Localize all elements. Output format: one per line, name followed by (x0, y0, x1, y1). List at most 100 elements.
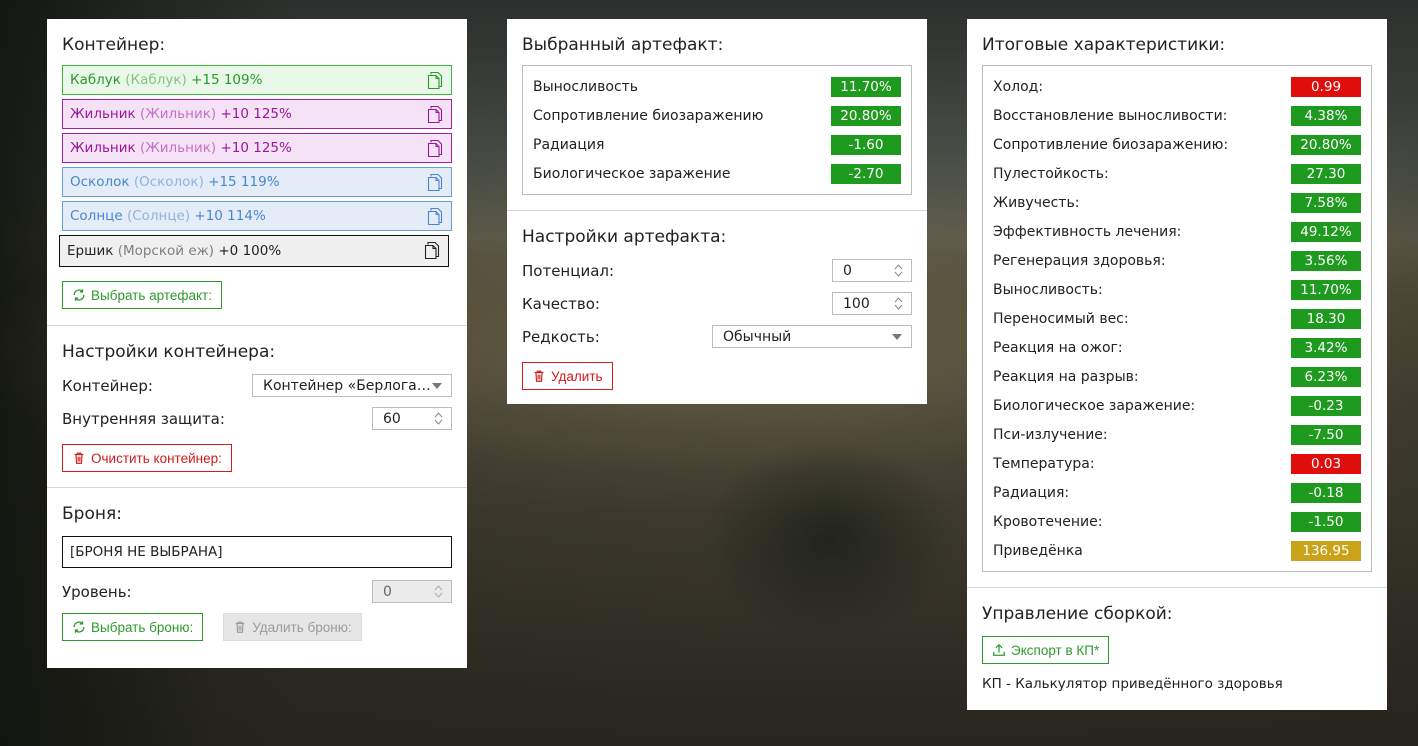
level-value: 0 (383, 583, 392, 600)
copy-icon[interactable] (427, 139, 443, 158)
trash-icon (534, 370, 544, 382)
stat-value-badge: 7.58% (1291, 192, 1361, 213)
stat-label: Кровотечение: (993, 513, 1103, 530)
spinner-arrows-icon[interactable] (434, 411, 443, 426)
item-name: Ершик (67, 243, 114, 259)
container-item[interactable]: Ершик (Морской еж) +0 100% (59, 235, 449, 267)
quality-label: Качество: (522, 294, 600, 313)
potential-stepper[interactable]: 0 (832, 259, 912, 282)
stat-value-badge: -1.50 (1291, 511, 1361, 532)
item-name: Жильник (70, 140, 136, 156)
stat-row: Живучесть: 7.58% (993, 188, 1361, 217)
stat-label: Пси-излучение: (993, 426, 1108, 443)
stat-row: Приведёнка 136.95 (993, 536, 1361, 565)
copy-icon[interactable] (427, 173, 443, 192)
background-bush (700, 440, 960, 640)
spinner-arrows-icon[interactable] (894, 296, 903, 311)
stat-row: Сопротивление биозаражению 20.80% (533, 101, 901, 130)
delete-artifact-button[interactable]: Удалить (522, 362, 613, 390)
armor-section: Броня: [БРОНЯ НЕ ВЫБРАНА] Уровень: 0 Выб… (47, 488, 467, 656)
rarity-select-value: Обычный (723, 328, 792, 345)
export-button[interactable]: Экспорт в КП* (982, 636, 1110, 664)
stat-row: Восстановление выносливости: 4.38% (993, 101, 1361, 130)
trash-icon (74, 452, 84, 464)
quality-stepper[interactable]: 100 (832, 292, 912, 315)
level-label: Уровень: (62, 582, 132, 601)
select-armor-label: Выбрать броню: (91, 619, 194, 635)
stat-value-badge: 27.30 (1291, 163, 1361, 184)
stat-label: Эффективность лечения: (993, 223, 1182, 240)
stat-row: Радиация: -0.18 (993, 478, 1361, 507)
stat-row: Выносливость 11.70% (533, 72, 901, 101)
stat-label: Выносливость: (993, 281, 1103, 298)
container-item[interactable]: Осколок (Осколок) +15 119% (62, 167, 452, 197)
stat-row: Регенерация здоровья: 3.56% (993, 246, 1361, 275)
export-label: Экспорт в КП* (1011, 642, 1100, 658)
stat-value-badge: 18.30 (1291, 308, 1361, 329)
item-stats: +15 119% (208, 174, 280, 190)
delete-armor-label: Удалить броню: (252, 619, 352, 635)
potential-label: Потенциал: (522, 261, 615, 280)
stat-label: Радиация: (993, 484, 1070, 501)
stat-row: Пулестойкость: 27.30 (993, 159, 1361, 188)
stat-row: Радиация -1.60 (533, 130, 901, 159)
container-item[interactable]: Солнце (Солнце) +10 114% (62, 201, 452, 231)
container-section: Контейнер: Каблук (Каблук) +15 109% Жильн… (47, 19, 467, 326)
stat-label: Холод: (993, 78, 1044, 95)
delete-armor-button[interactable]: Удалить броню: (223, 613, 362, 641)
spinner-arrows-icon[interactable] (894, 263, 903, 278)
copy-icon[interactable] (427, 71, 443, 90)
select-artifact-button[interactable]: Выбрать артефакт: (62, 281, 222, 309)
container-title: Контейнер: (62, 35, 166, 55)
item-name: Каблук (70, 72, 121, 88)
delete-artifact-label: Удалить (551, 368, 603, 384)
stat-value-badge: 20.80% (1291, 134, 1361, 155)
rarity-select[interactable]: Обычный (712, 325, 912, 348)
item-alias: (Жильник) (139, 106, 217, 122)
item-alias: (Жильник) (139, 140, 217, 156)
stat-row: Кровотечение: -1.50 (993, 507, 1361, 536)
select-artifact-label: Выбрать артефакт: (91, 287, 212, 303)
spinner-arrows-icon[interactable] (434, 584, 443, 599)
stat-row: Эффективность лечения: 49.12% (993, 217, 1361, 246)
copy-icon[interactable] (424, 241, 440, 260)
container-select[interactable]: Контейнер «Берлога… (252, 374, 452, 397)
select-armor-button[interactable]: Выбрать броню: (62, 613, 204, 641)
inner-protection-value: 60 (383, 410, 401, 427)
refresh-icon (73, 289, 85, 301)
clear-container-button[interactable]: Очистить контейнер: (62, 444, 232, 472)
note-text: КП - Калькулятор приведённого здоровья (982, 676, 1283, 692)
container-item[interactable]: Каблук (Каблук) +15 109% (62, 65, 452, 95)
level-stepper[interactable]: 0 (372, 580, 452, 603)
stat-value-badge: 6.23% (1291, 366, 1361, 387)
container-item[interactable]: Жильник (Жильник) +10 125% (62, 133, 452, 163)
artifact-panel: Выбранный артефакт: Выносливость 11.70% Со… (507, 19, 927, 404)
stat-value-badge: -7.50 (1291, 424, 1361, 445)
stat-label: Температура: (993, 455, 1095, 472)
totals-stats-box: Холод: 0.99 Восстановление выносливости: 4.… (982, 65, 1372, 572)
stat-label: Реакция на разрыв: (993, 368, 1139, 385)
armor-field[interactable]: [БРОНЯ НЕ ВЫБРАНА] (62, 536, 452, 568)
stat-row: Реакция на ожог: 3.42% (993, 333, 1361, 362)
inner-protection-label: Внутренняя защита: (62, 409, 225, 428)
container-label: Контейнер: (62, 376, 153, 395)
container-panel: Контейнер: Каблук (Каблук) +15 109% Жильн… (47, 19, 467, 668)
build-title: Управление сборкой: (982, 604, 1173, 624)
item-alias: (Осколок) (133, 174, 204, 190)
artifact-settings-title: Настройки артефакта: (522, 227, 727, 247)
stat-value-badge: 136.95 (1291, 540, 1361, 561)
stat-value-badge: -1.60 (831, 134, 901, 155)
trash-icon (235, 621, 245, 633)
quality-value: 100 (843, 295, 870, 312)
stat-label: Выносливость (533, 78, 639, 95)
stat-label: Приведёнка (993, 542, 1083, 559)
inner-protection-stepper[interactable]: 60 (372, 407, 452, 430)
stat-row: Выносливость: 11.70% (993, 275, 1361, 304)
stat-value-badge: 49.12% (1291, 221, 1361, 242)
copy-icon[interactable] (427, 207, 443, 226)
totals-title: Итоговые характеристики: (982, 35, 1226, 55)
container-item[interactable]: Жильник (Жильник) +10 125% (62, 99, 452, 129)
potential-value: 0 (843, 262, 852, 279)
refresh-icon (73, 621, 85, 633)
copy-icon[interactable] (427, 105, 443, 124)
